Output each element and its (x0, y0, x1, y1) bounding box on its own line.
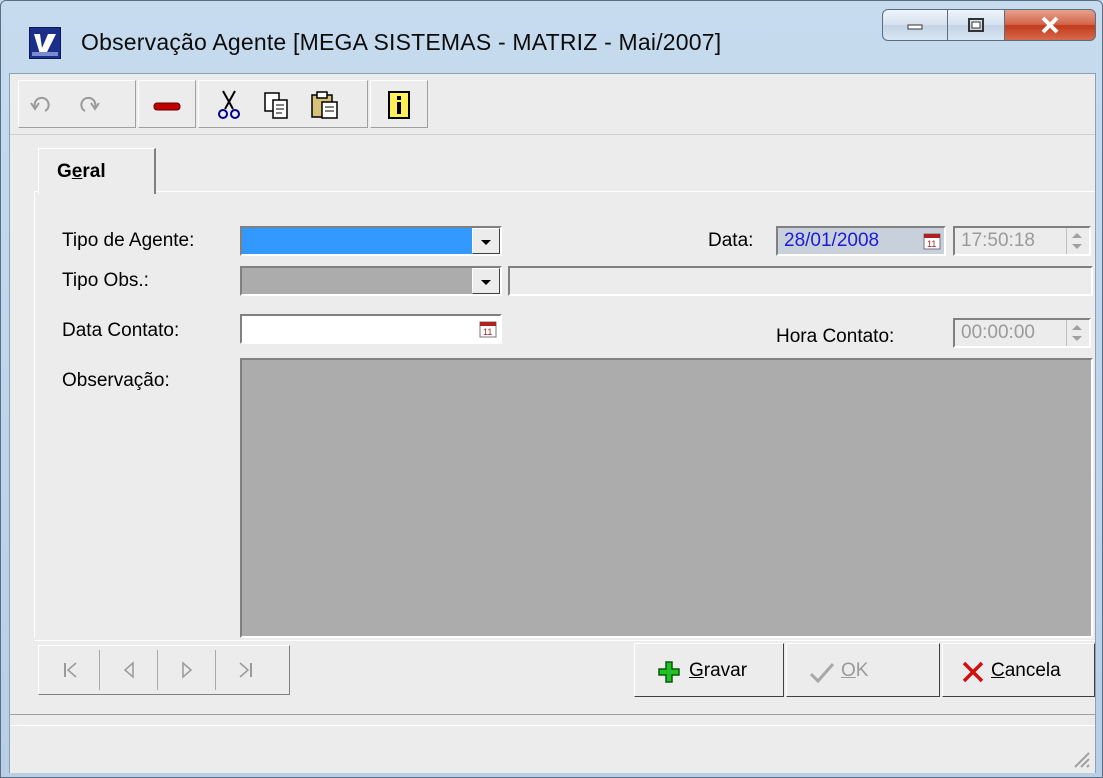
data-contato-field[interactable]: 11 (240, 314, 502, 344)
first-record-icon (64, 662, 77, 678)
redo-button[interactable] (71, 89, 103, 121)
observacao-label: Observação: (62, 370, 170, 391)
copy-button[interactable] (261, 89, 293, 121)
calendar-icon[interactable]: 11 (478, 319, 498, 339)
ok-button[interactable]: OK (786, 643, 940, 697)
copy-icon (264, 92, 288, 119)
svg-text:11: 11 (927, 239, 936, 249)
redo-icon (80, 96, 100, 112)
delete-button[interactable] (151, 89, 183, 121)
ok-label: OK (841, 660, 869, 681)
cut-icon (218, 90, 240, 119)
info-icon (388, 91, 410, 119)
data-label: Data: (708, 230, 754, 251)
info-button[interactable] (383, 89, 415, 121)
calendar-icon[interactable]: 11 (922, 231, 942, 251)
app-logo-icon[interactable] (29, 27, 61, 59)
window-title: Observação Agente [MEGA SISTEMAS - MATRI… (81, 29, 722, 55)
paste-icon (311, 91, 338, 119)
previous-record-icon (123, 661, 134, 679)
hora-contato-field[interactable]: 00:00:00 (953, 318, 1091, 348)
svg-text:11: 11 (483, 327, 492, 337)
client-area: Geral Tipo de Agente: Data: 28/01/2008 1… (9, 73, 1096, 773)
close-button[interactable] (1004, 9, 1096, 41)
maximize-button[interactable] (947, 9, 1005, 41)
hora-contato-value: 00:00:00 (961, 322, 1035, 343)
cut-button[interactable] (213, 89, 245, 121)
time-spinner-icon[interactable] (1066, 320, 1089, 346)
first-record-button[interactable] (43, 650, 100, 690)
window-controls (882, 9, 1096, 43)
hora-contato-label: Hora Contato: (776, 326, 895, 347)
cancel-x-icon (962, 661, 984, 683)
next-record-button[interactable] (159, 650, 216, 690)
toolbar-group-info (370, 80, 428, 128)
tipo-obs-value (242, 268, 472, 294)
close-icon (1041, 16, 1059, 34)
tab-geral-label: Geral (57, 161, 106, 182)
data-contato-label: Data Contato: (62, 320, 180, 341)
tab-geral[interactable]: Geral (38, 148, 156, 194)
application-window: Observação Agente [MEGA SISTEMAS - MATRI… (0, 0, 1103, 778)
tipo-obs-description (508, 266, 1093, 296)
checkmark-icon (809, 663, 835, 684)
data-value: 28/01/2008 (784, 230, 880, 251)
paste-button[interactable] (309, 89, 341, 121)
minimize-icon (907, 24, 923, 30)
chevron-down-icon[interactable] (472, 268, 500, 294)
toolbar (10, 74, 1095, 135)
data-field[interactable]: 28/01/2008 11 (776, 226, 946, 256)
record-navigator (38, 645, 290, 695)
tipo-agente-label: Tipo de Agente: (62, 230, 195, 251)
observacao-textarea[interactable] (240, 358, 1093, 638)
tipo-agente-select[interactable] (240, 226, 502, 256)
last-record-button[interactable] (217, 650, 273, 690)
chevron-down-icon[interactable] (472, 228, 500, 254)
time-spinner-icon[interactable] (1066, 228, 1089, 254)
next-record-icon (182, 661, 193, 679)
cancela-button[interactable]: Cancela (942, 643, 1095, 697)
data-time-field[interactable]: 17:50:18 (953, 226, 1091, 256)
title-bar[interactable]: Observação Agente [MEGA SISTEMAS - MATRI… (1, 1, 1102, 73)
gravar-button[interactable]: Gravar (634, 643, 784, 697)
delete-icon (153, 102, 181, 111)
tipo-agente-value (242, 228, 472, 254)
maximize-icon (968, 18, 984, 32)
data-time-value: 17:50:18 (961, 230, 1035, 251)
action-bar: Gravar OK Cancela (34, 640, 1095, 701)
previous-record-button[interactable] (101, 650, 158, 690)
minimize-button[interactable] (882, 9, 948, 41)
cancela-label: Cancela (991, 660, 1061, 681)
status-divider (10, 725, 1095, 726)
undo-icon (30, 96, 50, 112)
toolbar-group-delete (138, 80, 196, 128)
status-bar (10, 714, 1095, 773)
undo-button[interactable] (27, 89, 59, 121)
toolbar-group-clipboard (198, 80, 368, 128)
plus-icon (658, 661, 680, 683)
toolbar-group-undo (18, 80, 136, 128)
last-record-icon (239, 662, 252, 678)
tipo-obs-label: Tipo Obs.: (62, 270, 149, 291)
resize-grip-icon[interactable] (1067, 745, 1091, 769)
tipo-obs-select[interactable] (240, 266, 502, 296)
gravar-label: Gravar (689, 660, 748, 681)
